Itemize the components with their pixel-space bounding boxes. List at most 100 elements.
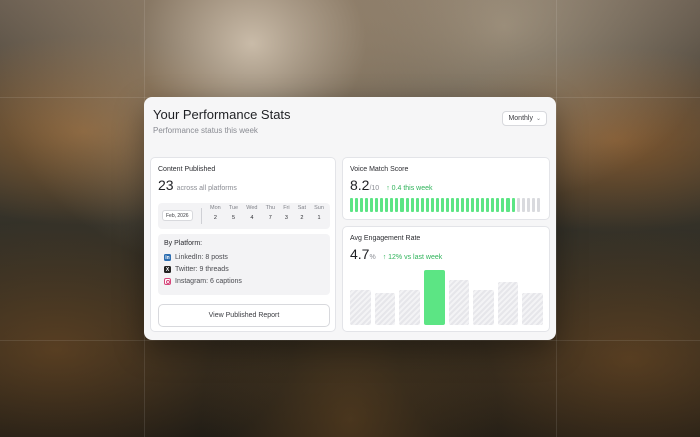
progress-segment (435, 198, 439, 212)
progress-segment (360, 198, 364, 212)
progress-segment (410, 198, 414, 212)
engagement-bar (374, 293, 396, 325)
progress-segment (481, 198, 485, 212)
day-name: Tue (228, 205, 239, 211)
progress-segment (390, 198, 394, 212)
progress-segment (461, 198, 465, 212)
engagement-value: 4.7% ↑ 12% vs last week (350, 246, 442, 262)
progress-segment (506, 198, 510, 212)
engagement-bar (448, 279, 470, 325)
progress-segment (536, 198, 540, 212)
engagement-bar (522, 293, 543, 325)
day-name: Fri (283, 205, 290, 211)
engagement-bar (350, 290, 371, 325)
progress-segment (476, 198, 480, 212)
engagement-bar (423, 269, 445, 325)
instagram-icon (164, 278, 171, 285)
progress-segment (395, 198, 399, 212)
progress-segment (385, 198, 389, 212)
engagement-rate: 4.7 (350, 246, 370, 262)
linkedin-icon: in (164, 254, 171, 261)
progress-segment (355, 198, 359, 212)
voice-match-label: Voice Match Score (350, 166, 409, 173)
weekly-breakdown: Feb, 2026 Mon 2 Tue 5 Wed 4 Thu 7 Fri 3 Sat 2 Sun 1 (158, 203, 330, 229)
platform-row-twitter: X Twitter: 9 threads (164, 266, 229, 273)
progress-segment (526, 198, 530, 212)
voice-match-panel: Voice Match Score 8.2/10 ↑ 0.4 this week (342, 157, 550, 220)
platform-row-instagram: Instagram: 6 captions (164, 278, 242, 285)
voice-match-delta: ↑ 0.4 this week (386, 185, 433, 192)
progress-segment (511, 198, 515, 212)
day-name: Mon (210, 205, 221, 211)
month-picker[interactable]: Feb, 2026 (162, 210, 193, 221)
day-columns: Mon 2 Tue 5 Wed 4 Thu 7 Fri 3 Sat 2 Sun 1 (210, 205, 324, 221)
content-published-panel: Content Published 23 across all platform… (150, 157, 336, 332)
engagement-label: Avg Engagement Rate (350, 235, 421, 242)
progress-segment (516, 198, 520, 212)
engagement-bar (399, 290, 420, 325)
day-count: 4 (250, 215, 254, 221)
progress-segment (521, 198, 525, 212)
voice-match-score: 8.2 (350, 177, 370, 193)
performance-stats-card: Your Performance Stats Performance statu… (144, 97, 556, 340)
engagement-delta: ↑ 12% vs last week (382, 254, 443, 261)
engagement-unit: % (369, 254, 376, 261)
day-name: Thu (265, 205, 276, 211)
voice-match-value: 8.2/10 ↑ 0.4 this week (350, 177, 433, 193)
progress-segment (501, 198, 505, 212)
day-count: 7 (268, 215, 272, 221)
engagement-bar (497, 281, 519, 325)
divider (201, 208, 202, 224)
progress-segment (445, 198, 449, 212)
day-column: Wed 4 (246, 205, 257, 221)
progress-segment (430, 198, 434, 212)
progress-segment (450, 198, 454, 212)
day-name: Sat (297, 205, 306, 211)
day-count: 3 (284, 215, 288, 221)
progress-segment (425, 198, 429, 212)
voice-match-denominator: /10 (369, 185, 380, 192)
card-title: Your Performance Stats (153, 107, 291, 122)
progress-segment (375, 198, 379, 212)
platform-label: Twitter: 9 threads (175, 266, 229, 273)
day-column: Sun 1 (314, 205, 324, 221)
progress-segment (486, 198, 490, 212)
progress-segment (531, 198, 535, 212)
day-column: Fri 3 (283, 205, 289, 221)
progress-segment (415, 198, 419, 212)
day-column: Sat 2 (298, 205, 306, 221)
voice-match-progress (350, 198, 540, 212)
card-subtitle: Performance status this week (153, 126, 258, 135)
grid-line (556, 0, 557, 437)
engagement-bar (473, 290, 494, 325)
progress-segment (466, 198, 470, 212)
progress-segment (471, 198, 475, 212)
grid-line (0, 340, 700, 341)
progress-segment (370, 198, 374, 212)
day-column: Tue 5 (229, 205, 238, 221)
progress-segment (496, 198, 500, 212)
x-twitter-icon: X (164, 266, 171, 273)
day-count: 2 (213, 215, 217, 221)
content-published-suffix: across all platforms (176, 185, 237, 192)
progress-segment (405, 198, 409, 212)
view-published-report-button[interactable]: View Published Report (158, 304, 330, 327)
period-dropdown-value: Monthly (508, 115, 533, 122)
day-name: Sun (314, 205, 324, 211)
platform-label: LinkedIn: 8 posts (175, 254, 228, 261)
content-published-value: 23 across all platforms (158, 177, 237, 193)
progress-segment (380, 198, 384, 212)
platform-row-linkedin: in LinkedIn: 8 posts (164, 254, 228, 261)
engagement-panel: Avg Engagement Rate 4.7% ↑ 12% vs last w… (342, 226, 550, 332)
platform-label: Instagram: 6 captions (175, 278, 242, 285)
progress-segment (491, 198, 495, 212)
progress-segment (400, 198, 404, 212)
progress-segment (420, 198, 424, 212)
progress-segment (440, 198, 444, 212)
period-dropdown[interactable]: Monthly ⌄ (502, 111, 547, 126)
content-published-count: 23 (158, 177, 174, 193)
chevron-down-icon: ⌄ (535, 116, 541, 122)
progress-segment (350, 198, 354, 212)
by-platform-title: By Platform: (164, 240, 203, 247)
content-published-label: Content Published (158, 166, 216, 173)
